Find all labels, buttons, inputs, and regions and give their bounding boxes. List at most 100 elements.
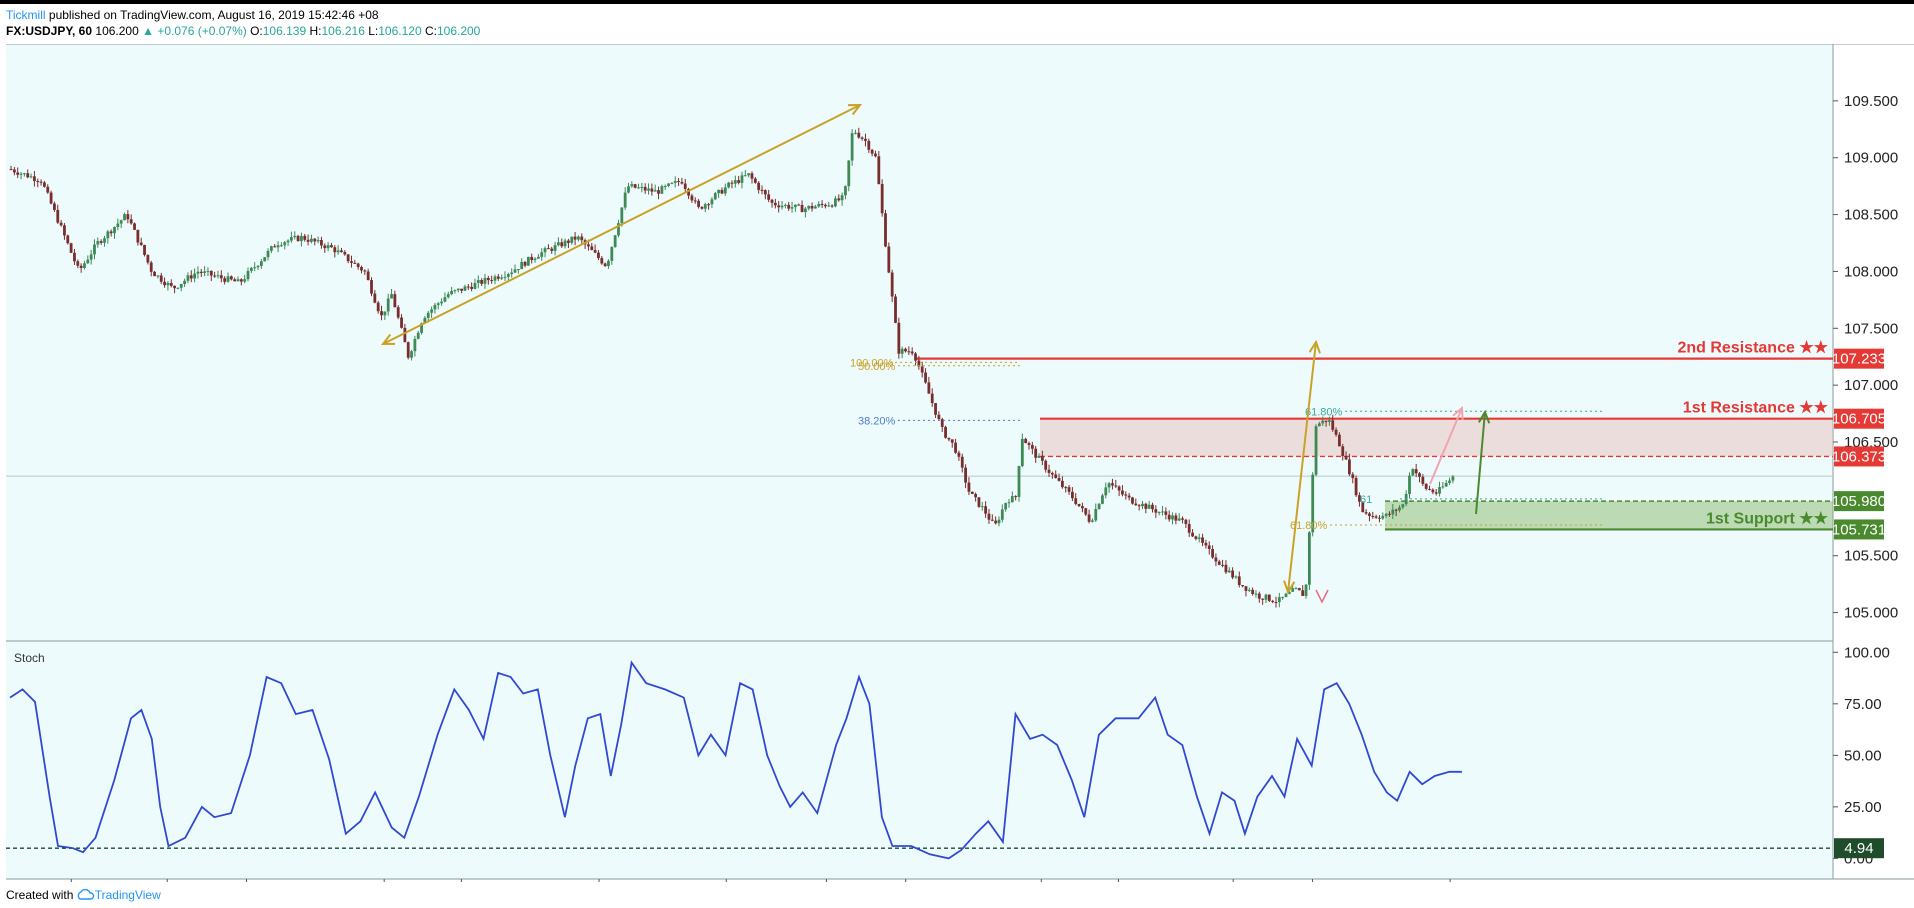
- level-name-label: 1st Support ★★: [1706, 510, 1829, 527]
- candle-body: [470, 286, 474, 289]
- candle-body: [1144, 503, 1148, 509]
- candle-body: [770, 199, 774, 203]
- candle-body: [1091, 520, 1094, 522]
- candle-body: [740, 175, 744, 183]
- candle-body: [1274, 602, 1278, 604]
- candle-body: [203, 271, 207, 273]
- candle-body: [777, 205, 781, 208]
- candle-body: [1000, 509, 1004, 520]
- candle-body: [984, 506, 988, 514]
- candle-body: [406, 342, 410, 358]
- candle-body: [223, 278, 227, 282]
- publisher-name[interactable]: Tickmill: [6, 8, 46, 22]
- candle-body: [296, 235, 300, 242]
- candle-body: [510, 272, 514, 274]
- last-price: 106.200: [95, 24, 139, 38]
- candle-body: [506, 273, 510, 277]
- candle-body: [316, 240, 320, 242]
- price-tick-label: 108.500: [1844, 207, 1898, 224]
- candle-body: [1261, 598, 1265, 600]
- candle-body: [657, 190, 660, 194]
- candle-body: [550, 248, 554, 251]
- candle-body: [974, 493, 978, 498]
- candle-body: [1331, 420, 1335, 430]
- candle-body: [1147, 504, 1151, 509]
- price-change: ▲ +0.076 (+0.07%): [142, 24, 247, 38]
- candle-body: [673, 181, 677, 183]
- candle-body: [884, 213, 887, 247]
- candle-body: [620, 207, 624, 224]
- candle-body: [1344, 456, 1348, 460]
- candle-body: [350, 261, 353, 263]
- candle-body: [640, 186, 644, 188]
- candle-body: [1227, 570, 1231, 573]
- price-chart[interactable]: 2nd Resistance ★★ 1st Resistance ★★ 1st Su…: [0, 44, 1914, 882]
- candle-body: [366, 271, 370, 280]
- candle-body: [713, 193, 717, 200]
- candle-body: [1338, 434, 1341, 447]
- candle-body: [19, 173, 23, 175]
- candle-body: [1157, 511, 1161, 513]
- candle-body: [894, 296, 897, 323]
- candle-body: [1131, 497, 1134, 504]
- price-tick-label: 108.000: [1844, 263, 1898, 280]
- candle-body: [12, 169, 16, 173]
- candle-body: [1378, 517, 1381, 519]
- candle-body: [690, 195, 694, 201]
- candle-body: [1217, 561, 1221, 565]
- candle-body: [259, 261, 263, 266]
- candle-body: [1187, 523, 1191, 533]
- candle-body: [787, 204, 791, 209]
- candle-body: [206, 270, 210, 272]
- candle-body: [196, 271, 200, 274]
- candle-body: [1007, 502, 1011, 504]
- candle-body: [667, 183, 670, 186]
- candle-body: [807, 205, 811, 209]
- candle-body: [1381, 515, 1385, 519]
- candle-body: [73, 252, 76, 262]
- level-price-tag-text: 105.980: [1832, 493, 1886, 510]
- candle-body: [623, 192, 627, 208]
- candle-body: [476, 279, 480, 284]
- candle-body: [293, 235, 297, 238]
- candle-body: [146, 254, 150, 263]
- candle-body: [887, 246, 891, 273]
- candle-body: [730, 182, 734, 184]
- candle-body: [86, 259, 90, 264]
- candle-body: [1184, 519, 1188, 524]
- candle-body: [1211, 548, 1214, 558]
- candle-body: [310, 238, 313, 242]
- candle-body: [647, 188, 650, 191]
- candle-body: [186, 275, 190, 281]
- footer: Created with TradingView: [6, 888, 161, 904]
- candle-body: [1341, 446, 1345, 457]
- candle-body: [633, 184, 637, 188]
- candle-body: [837, 198, 841, 201]
- candle-body: [456, 288, 460, 291]
- price-tick-label: 107.000: [1844, 377, 1898, 394]
- tradingview-logo-icon: [77, 888, 95, 904]
- close-label: C:: [424, 24, 437, 38]
- candle-body: [753, 178, 757, 183]
- candle-body: [96, 241, 100, 245]
- candle-body: [1167, 514, 1171, 520]
- tradingview-brand[interactable]: TradingView: [95, 888, 161, 902]
- candle-body: [857, 132, 861, 138]
- candle-body: [36, 181, 40, 183]
- candle-body: [1137, 505, 1141, 507]
- candle-body: [263, 257, 267, 262]
- candle-body: [1094, 509, 1098, 521]
- candle-body: [1431, 489, 1435, 493]
- candle-body: [1284, 593, 1288, 597]
- candle-body: [179, 283, 183, 288]
- candle-body: [1281, 596, 1285, 598]
- candle-body: [1324, 420, 1328, 422]
- candle-body: [209, 270, 213, 276]
- candle-body: [1101, 495, 1104, 504]
- candle-body: [1254, 593, 1258, 595]
- candle-body: [249, 267, 253, 271]
- candle-body: [924, 372, 927, 383]
- candle-body: [193, 273, 197, 279]
- candle-body: [970, 491, 974, 494]
- candle-body: [516, 269, 520, 271]
